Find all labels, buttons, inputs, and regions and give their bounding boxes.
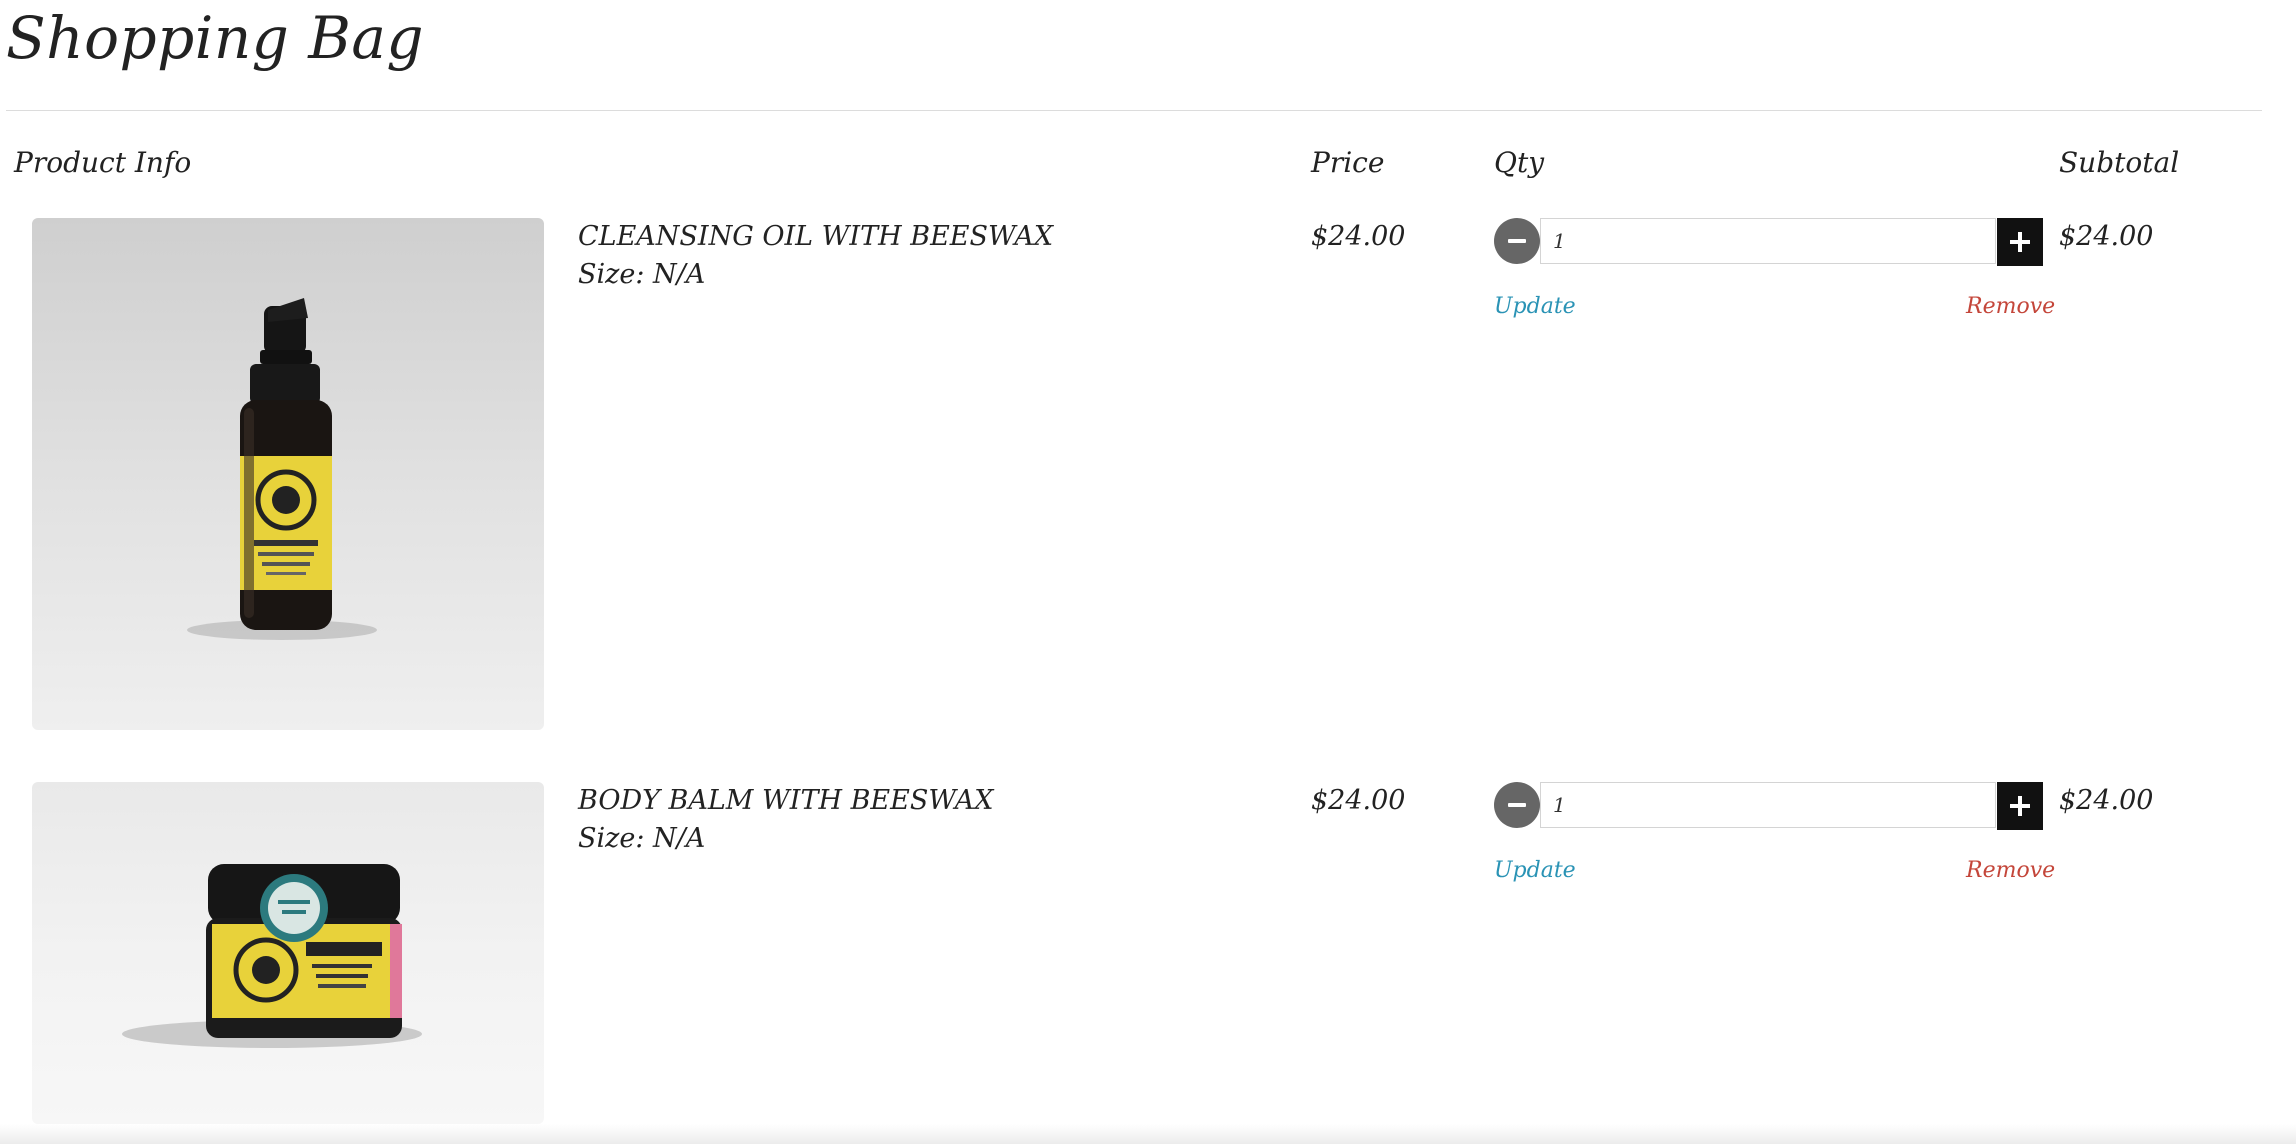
product-name[interactable]: CLEANSING OIL WITH BEESWAX xyxy=(578,218,1053,256)
page-title: Shopping Bag xyxy=(6,4,425,72)
product-name[interactable]: BODY BALM WITH BEESWAX xyxy=(578,782,993,820)
remove-link[interactable]: Remove xyxy=(1966,858,2055,883)
remove-link[interactable]: Remove xyxy=(1966,294,2055,319)
title-divider xyxy=(6,110,2262,111)
column-header-qty: Qty xyxy=(1494,146,1545,179)
product-image[interactable] xyxy=(32,782,544,1124)
increase-qty-button[interactable] xyxy=(1997,782,2043,830)
decrease-qty-button[interactable] xyxy=(1494,218,1540,264)
page-bottom-edge xyxy=(0,1124,2296,1144)
body-balm-jar-icon xyxy=(122,864,422,1048)
product-size: Size: N/A xyxy=(578,259,706,290)
column-header-product-info: Product Info xyxy=(14,146,192,179)
increase-qty-button[interactable] xyxy=(1997,218,2043,266)
quantity-input[interactable] xyxy=(1540,218,1996,264)
column-header-subtotal: Subtotal xyxy=(2059,146,2180,179)
update-link[interactable]: Update xyxy=(1494,294,1576,319)
minus-icon xyxy=(1508,239,1526,243)
column-header-price: Price xyxy=(1311,146,1385,179)
update-link[interactable]: Update xyxy=(1494,858,1576,883)
item-subtotal: $24.00 xyxy=(2059,221,2154,252)
minus-icon xyxy=(1508,803,1526,807)
cleansing-oil-bottle-icon xyxy=(187,298,377,640)
quantity-input[interactable] xyxy=(1540,782,1996,828)
product-size: Size: N/A xyxy=(578,823,706,854)
item-subtotal: $24.00 xyxy=(2059,785,2154,816)
product-price: $24.00 xyxy=(1311,785,1406,816)
decrease-qty-button[interactable] xyxy=(1494,782,1540,828)
product-price: $24.00 xyxy=(1311,221,1406,252)
product-image[interactable] xyxy=(32,218,544,730)
